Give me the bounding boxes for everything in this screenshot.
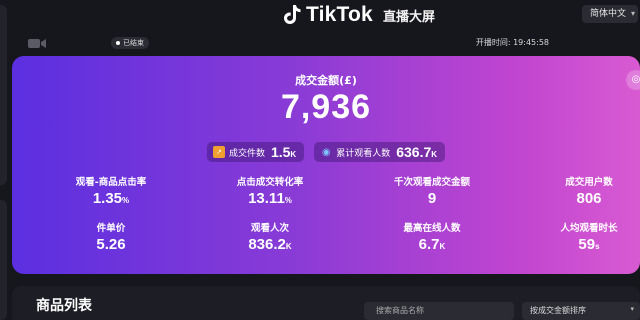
metric-unit-price: 件单价 5.26 bbox=[96, 223, 126, 253]
tiktok-logo-icon bbox=[284, 5, 301, 24]
chevron-down-icon: ▾ bbox=[630, 305, 634, 313]
sort-select[interactable]: 按成交金额排序 ▾ bbox=[522, 302, 640, 320]
live-status-badge: 已结束 bbox=[111, 37, 149, 49]
gmv-value: 7,936 bbox=[280, 88, 372, 126]
metric-buyers: 成交用户数 806 bbox=[565, 177, 613, 207]
chevron-down-icon: ▾ bbox=[630, 9, 635, 18]
sort-label: 按成交金额排序 bbox=[530, 306, 586, 315]
pill-row: ↗ 成交件数 1.5K ◉ 累计观看人数 636.7K bbox=[12, 142, 640, 162]
total-viewers-label: 累计观看人数 bbox=[336, 148, 391, 159]
status-dot-icon bbox=[116, 41, 120, 45]
metric-peak-online: 最高在线人数 6.7K bbox=[403, 223, 461, 253]
dashboard-subtitle: 直播大屏 bbox=[382, 9, 435, 25]
logo-group: TikTok 直播大屏 bbox=[282, 3, 435, 27]
language-label: 简体中文 bbox=[589, 9, 626, 19]
left-panel-edge bbox=[0, 5, 7, 185]
language-selector[interactable]: 简体中文 ▾ bbox=[581, 5, 638, 23]
product-list-section: 商品列表 搜索商品名称 按成交金额排序 ▾ bbox=[12, 286, 640, 320]
camera-icon bbox=[28, 39, 46, 48]
product-search-input[interactable]: 搜索商品名称 bbox=[364, 302, 514, 320]
total-viewers-pill: ◉ 累计观看人数 636.7K bbox=[314, 142, 446, 162]
metric-view-count: 观看人次 836.2K bbox=[248, 223, 292, 253]
metric-gpm: 千次观看成交金额 9 bbox=[393, 177, 470, 207]
gmv-label: 成交金额(£) bbox=[295, 74, 357, 87]
brand-name: TikTok bbox=[306, 3, 373, 26]
chart-icon: ↗ bbox=[212, 146, 225, 158]
top-header: TikTok 直播大屏 简体中文 ▾ bbox=[0, 0, 640, 30]
metric-view-click-rate: 观看-商品点击率 1.35% bbox=[75, 177, 147, 207]
search-placeholder: 搜索商品名称 bbox=[376, 306, 424, 315]
start-time: 开播时间: 19:45:58 bbox=[475, 38, 549, 47]
live-status-label: 已结束 bbox=[123, 39, 144, 47]
status-row: 已结束 开播时间: 19:45:58 bbox=[15, 32, 635, 54]
items-sold-value: 1.5K bbox=[270, 144, 297, 160]
product-list-title: 商品列表 bbox=[36, 298, 92, 314]
items-sold-pill: ↗ 成交件数 1.5K bbox=[206, 142, 305, 162]
metric-click-conversion: 点击成交转化率 13.11% bbox=[236, 177, 304, 207]
metric-avg-watch-time: 人均观看时长 59s bbox=[560, 223, 618, 253]
eye-icon: ◉ bbox=[321, 146, 331, 158]
summary-card: ◎ 成交金额(£) 7,936 ↗ 成交件数 1.5K ◉ 累计观看人数 636… bbox=[12, 56, 640, 274]
items-sold-label: 成交件数 bbox=[228, 148, 265, 159]
left-panel-edge-lower bbox=[0, 200, 7, 320]
total-viewers-value: 636.7K bbox=[396, 144, 438, 160]
